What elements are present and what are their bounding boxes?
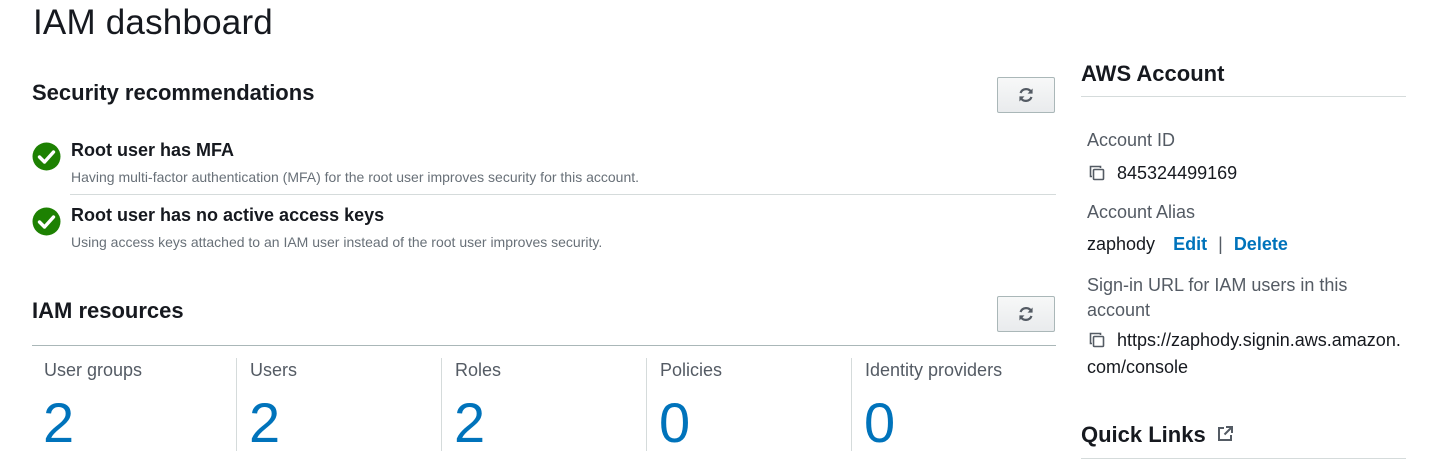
aws-account-heading: AWS Account [1081,61,1225,86]
signin-url-line1: https://zaphody.signin.aws.amazon. [1117,330,1401,350]
check-circle-icon [32,207,61,236]
refresh-icon [1019,307,1033,321]
separator: | [1218,234,1223,254]
account-id-label: Account ID [1087,130,1176,150]
security-refresh-button[interactable] [997,77,1055,113]
recommendation-description: Using access keys attached to an IAM use… [71,234,603,250]
account-alias-value: zaphody [1087,234,1156,254]
account-alias-row: zaphody Edit | Delete [1087,234,1288,255]
signin-url-label: Sign-in URL for IAM users in this accoun… [1087,275,1348,320]
recommendation-title: Root user has no active access keys [71,205,385,225]
resource-roles[interactable]: Roles 2 [441,358,646,454]
page-title: IAM dashboard [33,3,273,42]
edit-alias-link[interactable]: Edit [1173,234,1207,254]
quick-links-heading[interactable]: Quick Links [1081,422,1406,448]
account-alias-label: Account Alias [1087,202,1196,222]
divider [70,194,1056,195]
resources-refresh-button[interactable] [997,296,1055,332]
resource-count[interactable]: 2 [249,390,280,456]
resource-label: User groups [44,360,143,380]
copy-icon[interactable] [1088,164,1106,182]
resource-count[interactable]: 0 [864,390,895,456]
recommendation-description: Having multi-factor authentication (MFA)… [71,169,640,185]
quick-links-label: Quick Links [1081,422,1206,447]
resource-count[interactable]: 2 [43,390,74,456]
refresh-icon [1019,88,1033,102]
copy-icon[interactable] [1088,331,1106,349]
resource-label: Identity providers [865,360,1003,380]
account-id-value: 845324499169 [1117,163,1238,183]
resource-label: Users [250,360,298,380]
security-recommendations-heading: Security recommendations [32,80,315,105]
divider [32,345,1056,346]
iam-resources-heading: IAM resources [32,298,184,323]
resource-user-groups[interactable]: User groups 2 [33,358,236,454]
resource-label: Roles [455,360,502,380]
resource-count[interactable]: 0 [659,390,690,456]
resource-label: Policies [660,360,723,380]
signin-url-line2: com/console [1087,357,1189,377]
external-link-icon [1217,426,1233,442]
resource-policies[interactable]: Policies 0 [646,358,851,454]
resource-identity-providers[interactable]: Identity providers 0 [851,358,1056,454]
resource-users[interactable]: Users 2 [236,358,441,454]
check-circle-icon [32,142,61,171]
delete-alias-link[interactable]: Delete [1234,234,1288,254]
divider [1081,96,1406,97]
divider [1081,458,1406,459]
recommendation-title: Root user has MFA [71,140,235,160]
resource-count[interactable]: 2 [454,390,485,456]
